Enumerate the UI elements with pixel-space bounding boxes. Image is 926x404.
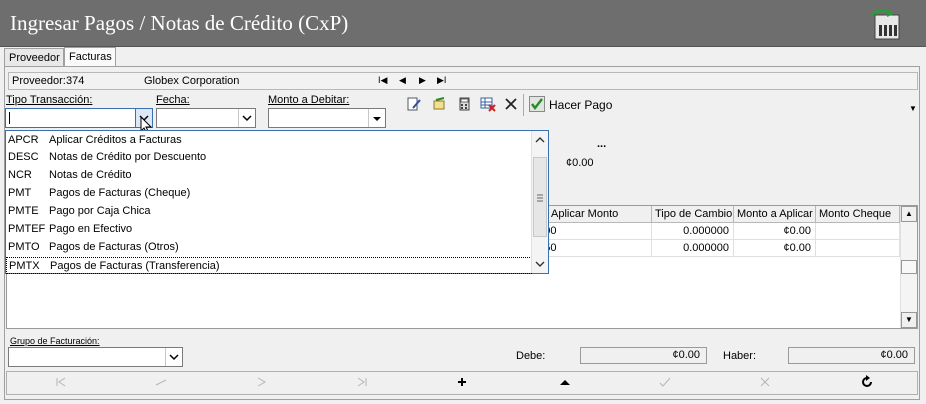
hacer-pago-checkbox[interactable]	[529, 96, 545, 112]
list-item[interactable]: PMT Pagos de Facturas (Cheque)	[8, 185, 530, 202]
column-header[interactable]: Tipo de Cambio	[652, 206, 734, 223]
nav-next-record-icon[interactable]: ▶	[419, 75, 426, 86]
caret-down-icon	[373, 117, 381, 121]
fecha-label: Fecha:	[156, 94, 190, 106]
first-record-icon[interactable]	[51, 375, 71, 391]
toolbar-divider	[523, 94, 524, 116]
provider-number: 374	[66, 75, 85, 87]
grupo-facturacion-select[interactable]	[8, 347, 183, 367]
window-title: Ingresar Pagos / Notas de Crédito (CxP)	[10, 11, 349, 35]
delete-record-icon[interactable]	[555, 375, 575, 391]
haber-value: ¢0.00	[788, 347, 915, 364]
grupo-facturacion-dropdown-button[interactable]	[165, 348, 182, 366]
provider-label: Proveedor:	[12, 75, 66, 87]
prior-record-icon[interactable]	[151, 375, 171, 391]
provider-name: Globex Corporation	[144, 75, 240, 87]
scroll-thumb[interactable]	[901, 260, 917, 274]
scroll-up-icon[interactable]: ▲	[901, 206, 917, 222]
next-record-icon[interactable]	[251, 375, 271, 391]
table-cell[interactable]	[816, 240, 900, 257]
table-cell[interactable]	[816, 223, 900, 240]
list-item[interactable]: PMTE Pago por Caja Chica	[8, 203, 530, 220]
table-cell[interactable]: 0.000000	[652, 240, 734, 257]
edit-document-icon[interactable]	[406, 96, 422, 112]
fecha-select[interactable]	[156, 108, 256, 128]
post-record-icon[interactable]	[655, 375, 675, 391]
list-item[interactable]: PMTO Pagos de Facturas (Otros)	[8, 239, 530, 256]
monto-debitar-label: Monto a Debitar:	[268, 94, 350, 106]
grupo-facturacion-label: Grupo de Facturación:	[10, 336, 100, 346]
last-record-icon[interactable]	[352, 375, 372, 391]
record-navigator	[6, 371, 918, 395]
tipo-transaccion-dropdown-list: APCR Aplicar Créditos a Facturas DESC Nota…	[5, 130, 549, 274]
toolbar-overflow-icon[interactable]: ▼	[909, 104, 917, 113]
debe-label: Debe:	[516, 350, 546, 362]
column-header[interactable]: Monto Cheque	[816, 206, 900, 223]
debe-value: ¢0.00	[580, 347, 707, 364]
chevron-down-icon	[242, 115, 252, 122]
title-bar: Ingresar Pagos / Notas de Crédito (CxP)	[0, 0, 926, 47]
tipo-transaccion-select[interactable]	[5, 108, 153, 128]
list-item[interactable]: PMTEF Pago en Efectivo	[8, 221, 530, 238]
amount-display: ¢0.00	[566, 157, 594, 169]
text-caret	[9, 112, 10, 124]
table-cell[interactable]: ¢0.00	[734, 240, 816, 257]
app-logo-icon	[868, 7, 902, 41]
list-item[interactable]: DESC Notas de Crédito por Descuento	[8, 149, 530, 166]
delete-grid-icon[interactable]	[480, 96, 496, 112]
monto-debitar-dropdown-button[interactable]	[368, 109, 385, 127]
tab-facturas[interactable]: Facturas	[64, 47, 116, 67]
table-cell[interactable]: 0.000000	[652, 223, 734, 240]
column-header[interactable]: Monto a Aplicar	[734, 206, 816, 223]
list-item-selected[interactable]: PMTX Pagos de Facturas (Transferencia)	[6, 257, 532, 274]
refresh-icon[interactable]	[857, 375, 877, 391]
calculator-icon[interactable]	[456, 96, 472, 112]
scroll-up-icon[interactable]	[533, 132, 547, 148]
scroll-down-icon[interactable]: ▼	[901, 312, 917, 328]
fecha-dropdown-button[interactable]	[238, 109, 255, 127]
scroll-thumb[interactable]	[533, 157, 547, 237]
chevron-down-icon	[169, 354, 179, 361]
monto-debitar-select[interactable]	[268, 108, 386, 128]
haber-label: Haber:	[723, 350, 757, 362]
tipo-transaccion-label: Tipo Transacción:	[6, 94, 93, 106]
nav-first-record-icon[interactable]: I◀	[378, 75, 387, 86]
cancel-record-icon[interactable]	[755, 375, 775, 391]
nav-last-record-icon[interactable]: ▶I	[437, 75, 446, 86]
grid-scrollbar[interactable]: ▲ ▼	[900, 206, 917, 328]
ellipsis-button[interactable]: ...	[597, 138, 606, 150]
column-header[interactable]: Aplicar Monto	[548, 206, 652, 223]
list-item[interactable]: NCR Notas de Crédito	[8, 167, 530, 184]
close-icon[interactable]	[503, 96, 519, 112]
tab-proveedor[interactable]: Proveedor	[4, 48, 64, 66]
nav-prev-record-icon[interactable]: ◀	[399, 75, 406, 86]
hacer-pago-label[interactable]: Hacer Pago	[549, 98, 612, 112]
table-cell[interactable]: ¢0.00	[734, 223, 816, 240]
add-record-icon[interactable]	[452, 375, 472, 391]
dropdown-scrollbar[interactable]	[531, 131, 548, 273]
attach-notes-icon[interactable]	[431, 96, 447, 112]
list-item[interactable]: APCR Aplicar Créditos a Facturas	[8, 132, 530, 149]
scroll-down-icon[interactable]	[533, 256, 547, 272]
